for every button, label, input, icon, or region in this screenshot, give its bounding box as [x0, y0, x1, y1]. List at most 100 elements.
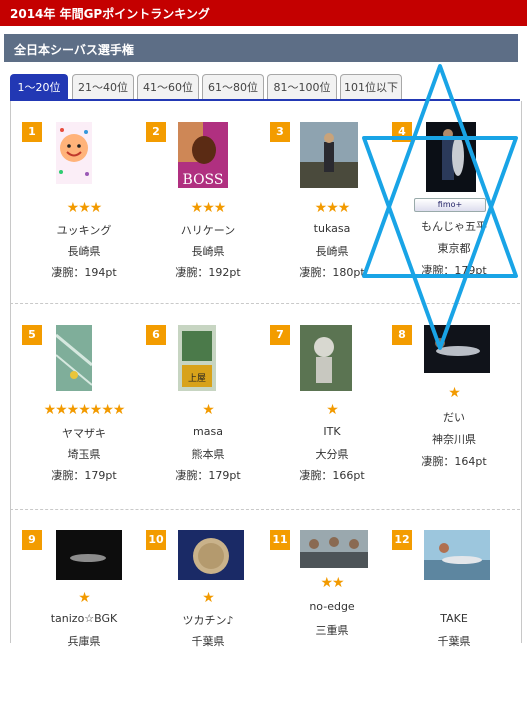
- points: 凄腕：164pt: [421, 455, 487, 468]
- user-thumbnail[interactable]: [56, 325, 92, 391]
- prefecture: 大分県: [315, 448, 349, 461]
- user-thumbnail[interactable]: [300, 530, 368, 568]
- user-name-link[interactable]: no-edge: [270, 600, 394, 613]
- points: 凄腕：192pt: [175, 266, 241, 279]
- angler-fish-photo: [426, 122, 476, 192]
- user-thumbnail[interactable]: [300, 325, 352, 391]
- rating-stars: ★★★: [190, 200, 227, 216]
- tab-rank-1-20[interactable]: 1〜20位: [10, 74, 68, 99]
- boss-thumbnail-text: BOSS: [183, 172, 224, 188]
- rating-stars: ★: [326, 402, 339, 418]
- tab-rank-21-40[interactable]: 21〜40位: [72, 74, 134, 99]
- smiley-avatar-image: [56, 122, 92, 184]
- ranking-entry[interactable]: 2 BOSS ★★★ ハリケーン 長崎県 凄腕：192pt: [146, 122, 270, 302]
- prefecture: 神奈川県: [432, 433, 476, 446]
- rating-stars: ★: [202, 402, 215, 418]
- user-thumbnail[interactable]: [424, 325, 490, 373]
- tab-rank-81-100[interactable]: 81〜100位: [267, 74, 337, 99]
- points: 凄腕：180pt: [299, 266, 365, 279]
- user-name-link[interactable]: ITK: [270, 425, 394, 438]
- group-photo: [300, 530, 368, 568]
- poster-thumbnail-text: 上屋: [188, 373, 206, 384]
- statue-photo: [300, 325, 352, 391]
- prefecture: 長崎県: [191, 245, 225, 258]
- rating-stars: ★: [202, 590, 215, 606]
- poster-photo: 上屋: [178, 325, 216, 391]
- ranking-entry[interactable]: 12 TAKE 千葉県: [392, 530, 516, 710]
- row-divider: [10, 509, 520, 510]
- user-thumbnail[interactable]: BOSS: [178, 122, 228, 188]
- rank-badge: 4: [392, 122, 412, 142]
- user-name-link[interactable]: ハリケーン: [146, 222, 270, 238]
- user-thumbnail[interactable]: [300, 122, 358, 188]
- underwater-photo: [56, 325, 92, 391]
- user-name-link[interactable]: TAKE: [392, 612, 516, 625]
- ranking-entry[interactable]: 7 ★ ITK 大分県 凄腕：166pt: [270, 325, 394, 505]
- points: 凄腕：166pt: [299, 469, 365, 482]
- ranking-entry[interactable]: 5 ★★★★★★★ ヤマザキ 埼玉県 凄腕：179pt: [22, 325, 146, 505]
- rating-stars: ★: [448, 385, 461, 401]
- rank-badge: 8: [392, 325, 412, 345]
- user-name-link[interactable]: masa: [146, 425, 270, 438]
- night-fish-photo: [424, 325, 490, 373]
- user-name-link[interactable]: ヤマザキ: [22, 425, 146, 441]
- prefecture: 長崎県: [67, 245, 101, 258]
- user-thumbnail[interactable]: [56, 530, 122, 580]
- rank-badge: 7: [270, 325, 290, 345]
- points: 凄腕：179pt: [421, 264, 487, 277]
- prefecture: 熊本県: [191, 448, 225, 461]
- points: 凄腕：179pt: [175, 469, 241, 482]
- tab-rank-61-80[interactable]: 61〜80位: [202, 74, 264, 99]
- rank-badge: 1: [22, 122, 42, 142]
- ranking-entry[interactable]: 1 ★★★ ユッキング 長崎県 凄腕：194pt: [22, 122, 146, 302]
- points: 凄腕：194pt: [51, 266, 117, 279]
- prefecture: 長崎県: [315, 245, 349, 258]
- prefecture: 千葉県: [191, 635, 225, 648]
- top-header-bar: 2014年 年間GPポイントランキング: [0, 0, 527, 26]
- rank-badge: 3: [270, 122, 290, 142]
- rating-stars: ★★★★★★★: [43, 402, 126, 418]
- tab-rank-41-60[interactable]: 41〜60位: [137, 74, 199, 99]
- points: 凄腕：179pt: [51, 469, 117, 482]
- dark-fish-photo: [56, 530, 122, 580]
- user-name-link[interactable]: tukasa: [270, 222, 394, 235]
- rank-badge: 12: [392, 530, 412, 550]
- fisherman-photo: [300, 122, 358, 188]
- section-title: 全日本シーバス選手権: [14, 43, 134, 57]
- user-thumbnail[interactable]: [424, 530, 490, 580]
- rank-badge: 2: [146, 122, 166, 142]
- prefecture: 東京都: [437, 242, 471, 255]
- rank-badge: 5: [22, 325, 42, 345]
- ranking-entry[interactable]: 3 ★★★ tukasa 長崎県 凄腕：180pt: [270, 122, 394, 302]
- user-name-link[interactable]: だい: [392, 409, 516, 425]
- rating-stars: ★★: [320, 575, 344, 591]
- rank-badge: 11: [270, 530, 290, 550]
- user-thumbnail[interactable]: [56, 122, 92, 184]
- ranking-entry[interactable]: 11 ★★ no-edge 三重県: [270, 530, 394, 710]
- rating-stars: ★★★: [66, 200, 103, 216]
- fimo-plus-badge: fimo+: [414, 198, 486, 212]
- ranking-entry[interactable]: 8 ★ だい 神奈川県 凄腕：164pt: [392, 325, 516, 505]
- user-name-link[interactable]: tanizo☆BGK: [22, 612, 146, 625]
- tab-rank-101-plus[interactable]: 101位以下: [340, 74, 402, 99]
- user-name-link[interactable]: ユッキング: [22, 222, 146, 238]
- ranking-entry[interactable]: 6 上屋 ★ masa 熊本県 凄腕：179pt: [146, 325, 270, 505]
- user-thumbnail[interactable]: [426, 122, 476, 192]
- rating-stars: ★: [78, 590, 91, 606]
- user-thumbnail[interactable]: [178, 530, 244, 580]
- rating-stars: ★★★: [314, 200, 351, 216]
- section-header: 全日本シーバス選手権: [4, 34, 518, 62]
- prefecture: 千葉県: [437, 635, 471, 648]
- rank-badge: 6: [146, 325, 166, 345]
- row-divider: [10, 303, 520, 304]
- ranking-entry[interactable]: 9 ★ tanizo☆BGK 兵庫県: [22, 530, 146, 710]
- prefecture: 埼玉県: [67, 448, 101, 461]
- prefecture: 兵庫県: [67, 635, 101, 648]
- page-title: 2014年 年間GPポイントランキング: [10, 7, 210, 21]
- rank-badge: 10: [146, 530, 166, 550]
- user-thumbnail[interactable]: 上屋: [178, 325, 216, 391]
- ranking-entry[interactable]: 4 fimo+ もんじゃ五平 東京都 凄腕：179pt: [392, 122, 516, 302]
- user-name-link[interactable]: ツカチン♪: [146, 612, 270, 628]
- user-name-link[interactable]: もんじゃ五平: [392, 218, 516, 234]
- ranking-entry[interactable]: 10 ★ ツカチン♪ 千葉県: [146, 530, 270, 710]
